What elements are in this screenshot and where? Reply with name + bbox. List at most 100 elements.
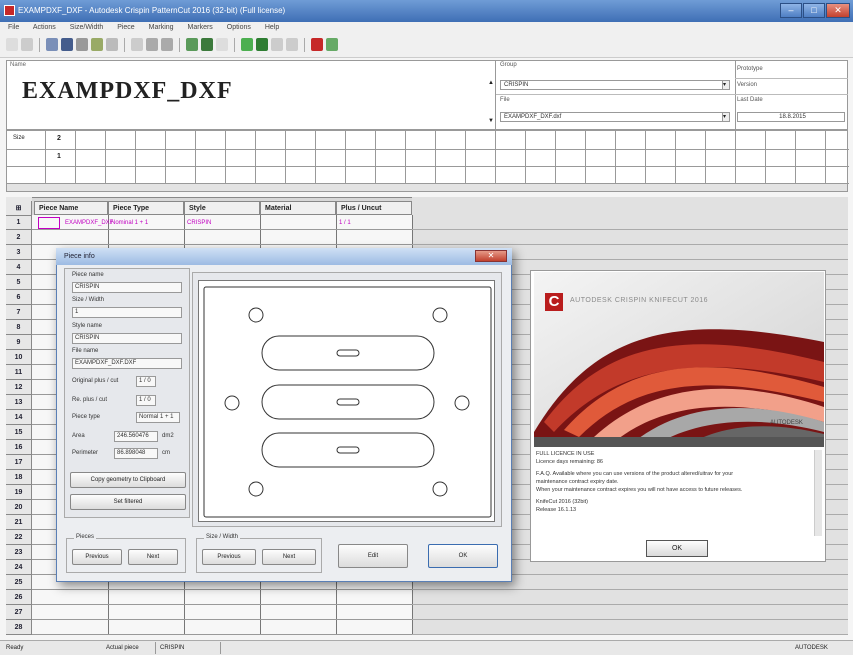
splash-scrollbar[interactable] [814, 450, 822, 536]
menu-piece[interactable]: Piece [117, 24, 135, 31]
edit-button[interactable]: Edit [338, 544, 408, 568]
edit-icon[interactable] [326, 38, 338, 51]
table-corner[interactable]: ⊞ [6, 201, 32, 216]
row-number[interactable]: 20 [6, 500, 32, 515]
style-field[interactable]: CRISPIN [72, 333, 182, 344]
size-next-button[interactable]: Next [262, 549, 316, 565]
row-number[interactable]: 13 [6, 395, 32, 410]
col-material[interactable]: Material [260, 201, 336, 215]
perimeter-field[interactable]: 86.898048 [114, 448, 158, 459]
size-field[interactable]: 1 [72, 307, 182, 318]
row-number[interactable]: 26 [6, 590, 32, 605]
save-icon[interactable] [61, 38, 73, 51]
row-number[interactable]: 8 [6, 320, 32, 335]
row1-piece-type[interactable]: Nominal 1 + 1 [108, 217, 184, 229]
row-number[interactable]: 5 [6, 275, 32, 290]
row-number[interactable]: 22 [6, 530, 32, 545]
set-filtered-button[interactable]: Set filtered [70, 494, 186, 510]
menu-file[interactable]: File [8, 24, 19, 31]
date-field[interactable]: 18.8.2015 [737, 112, 845, 122]
undo-icon[interactable] [91, 38, 103, 51]
menu-markers[interactable]: Markers [188, 24, 213, 31]
piece-name-field[interactable]: CRISPIN [72, 282, 182, 293]
row-number[interactable]: 16 [6, 440, 32, 455]
file-dropdown-icon[interactable]: ▾ [722, 112, 730, 122]
row-number[interactable]: 21 [6, 515, 32, 530]
print-icon[interactable] [76, 38, 88, 51]
dialog-ok-button[interactable]: OK [428, 544, 498, 568]
row-number[interactable]: 27 [6, 605, 32, 620]
row-number[interactable]: 2 [6, 230, 32, 245]
col-style[interactable]: Style [184, 201, 260, 215]
plus-icon[interactable] [216, 38, 228, 51]
piece-selector[interactable] [38, 217, 60, 229]
area-field[interactable]: 246.560476 [114, 431, 158, 442]
redo-icon[interactable] [106, 38, 118, 51]
col-piece-type[interactable]: Piece Type [108, 201, 184, 215]
dialog-close-button[interactable]: ✕ [475, 250, 507, 262]
piece-preview[interactable] [198, 280, 495, 522]
row1-piece-name[interactable]: EXAMPDXF_DXF [62, 217, 113, 229]
pieces-next-button[interactable]: Next [128, 549, 178, 565]
row-number[interactable]: 28 [6, 620, 32, 635]
scroll-arrow-icon[interactable]: ▲ [488, 80, 494, 86]
add-piece-icon[interactable] [241, 38, 253, 51]
menu-help[interactable]: Help [265, 24, 279, 31]
zoom-in-icon[interactable] [146, 38, 158, 51]
row-number[interactable]: 9 [6, 335, 32, 350]
settings-icon[interactable] [271, 38, 283, 51]
menu-actions[interactable]: Actions [33, 24, 56, 31]
maximize-button[interactable]: □ [803, 3, 825, 18]
piece-type-field[interactable]: Normal 1 + 1 [136, 412, 180, 423]
group-dropdown-icon[interactable]: ▾ [722, 80, 730, 90]
row-number[interactable]: 19 [6, 485, 32, 500]
row-number[interactable]: 1 [6, 215, 32, 230]
col-plus-uncut[interactable]: Plus / Uncut [336, 201, 412, 215]
horizontal-scrollbar[interactable] [7, 184, 847, 191]
marker-icon[interactable] [186, 38, 198, 51]
splash-ok-button[interactable]: OK [646, 540, 708, 557]
size-previous-button[interactable]: Previous [202, 549, 256, 565]
row-number[interactable]: 24 [6, 560, 32, 575]
row-number[interactable]: 15 [6, 425, 32, 440]
copy-geometry-button[interactable]: Copy geometry to Clipboard [70, 472, 186, 488]
scroll-arrow-down-icon[interactable]: ▼ [488, 118, 494, 124]
home-icon[interactable] [286, 38, 298, 51]
size-col-1: 2 [57, 135, 61, 142]
original-plus-cut-field[interactable]: 1 / 0 [136, 376, 156, 387]
autodesk-icon[interactable] [311, 38, 323, 51]
re-plus-cut-field[interactable]: 1 / 0 [136, 395, 156, 406]
minimize-button[interactable]: – [780, 3, 802, 18]
help-icon[interactable] [6, 38, 18, 51]
row1-plus-uncut[interactable]: 1 / 1 [336, 217, 412, 229]
menu-size-width[interactable]: Size/Width [70, 24, 103, 31]
row-number[interactable]: 4 [6, 260, 32, 275]
row-number[interactable]: 25 [6, 575, 32, 590]
row1-style[interactable]: CRISPIN [184, 217, 260, 229]
close-window-button[interactable]: ✕ [826, 3, 850, 18]
row-number[interactable]: 17 [6, 455, 32, 470]
row-number[interactable]: 11 [6, 365, 32, 380]
pieces-previous-button[interactable]: Previous [72, 549, 122, 565]
row-number[interactable]: 12 [6, 380, 32, 395]
row-number[interactable]: 6 [6, 290, 32, 305]
menu-marking[interactable]: Marking [149, 24, 174, 31]
marker-edit-icon[interactable] [201, 38, 213, 51]
copy-icon[interactable] [131, 38, 143, 51]
row-number[interactable]: 14 [6, 410, 32, 425]
piece-edit-icon[interactable] [256, 38, 268, 51]
open-icon[interactable] [46, 38, 58, 51]
file-select[interactable]: EXAMPDXF_DXF.dxf [500, 112, 728, 122]
row-number[interactable]: 23 [6, 545, 32, 560]
row-number[interactable]: 3 [6, 245, 32, 260]
zoom-out-icon[interactable] [161, 38, 173, 51]
file-name-field[interactable]: EXAMPDXF_DXF.DXF [72, 358, 182, 369]
menu-options[interactable]: Options [227, 24, 251, 31]
row-number[interactable]: 10 [6, 350, 32, 365]
group-select[interactable]: CRISPIN [500, 80, 728, 90]
question-icon[interactable] [21, 38, 33, 51]
col-piece-name[interactable]: Piece Name [34, 201, 108, 215]
row-number[interactable]: 18 [6, 470, 32, 485]
row-number[interactable]: 7 [6, 305, 32, 320]
row1-material[interactable] [260, 217, 336, 229]
